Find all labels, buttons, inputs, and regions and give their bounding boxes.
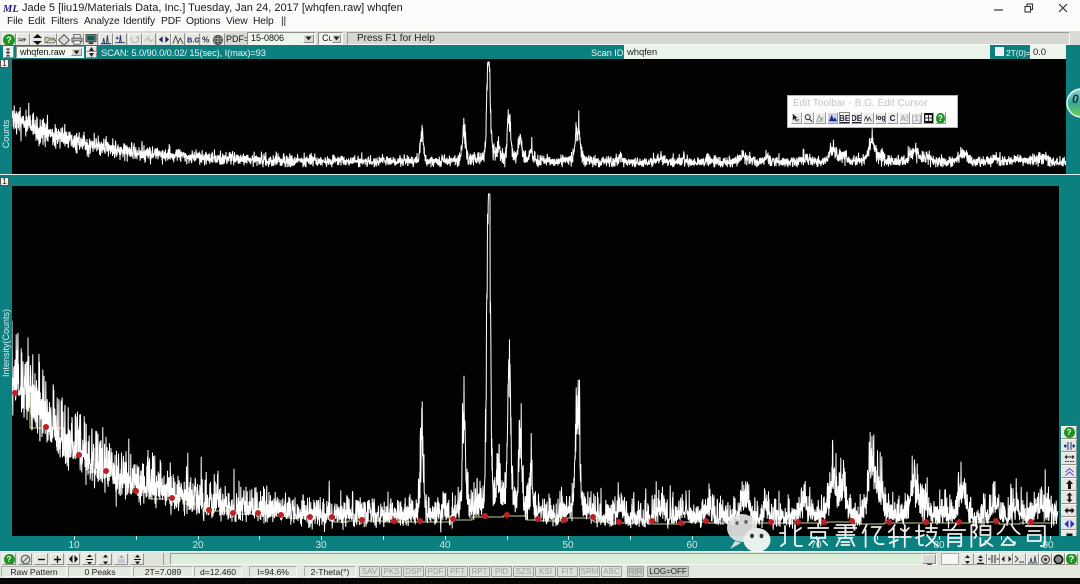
svg-text:✦: ✦ xyxy=(22,37,27,44)
svg-text:z: z xyxy=(797,118,800,123)
svg-text:%: % xyxy=(202,35,210,45)
svg-text:0: 0 xyxy=(1072,92,1079,106)
svg-text:ML: ML xyxy=(3,4,19,14)
svg-text:B.G: B.G xyxy=(187,36,199,45)
